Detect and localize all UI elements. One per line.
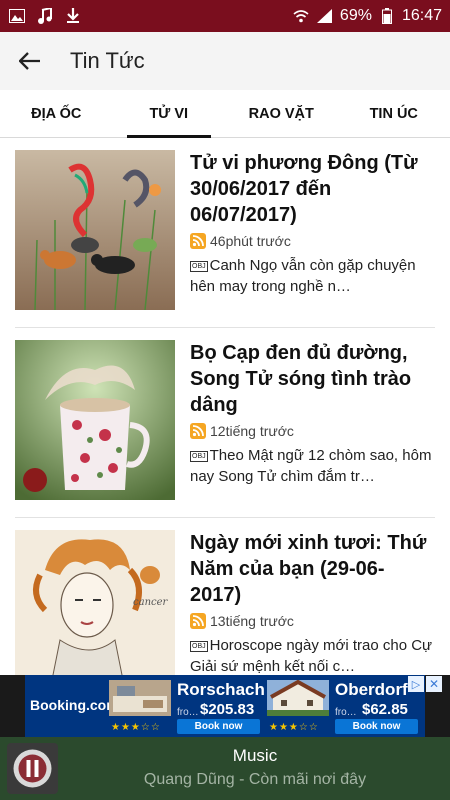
download-icon bbox=[64, 7, 82, 25]
pause-button[interactable] bbox=[7, 743, 58, 794]
price-from-label: fro… bbox=[177, 707, 199, 718]
pause-icon bbox=[7, 743, 58, 794]
wifi-icon bbox=[292, 7, 310, 25]
hotel-price: $62.85 bbox=[362, 701, 408, 718]
signal-icon bbox=[316, 7, 334, 25]
hotel-name: Rorschach bbox=[177, 680, 265, 699]
list-item[interactable]: Bọ Cạp đen đủ đường, Song Tử sóng tình t… bbox=[15, 328, 435, 518]
tab-dia-oc[interactable]: ĐỊA ỐC bbox=[0, 90, 113, 137]
article-thumbnail[interactable]: cancer bbox=[15, 530, 175, 675]
article-summary: OBJ Canh Ngọ vẫn còn gặp chuyện hên may t… bbox=[190, 255, 435, 297]
back-button[interactable] bbox=[0, 32, 60, 90]
battery-percent: 69% bbox=[339, 7, 372, 24]
book-now-button[interactable]: Book now bbox=[177, 719, 260, 734]
article-thumbnail[interactable] bbox=[15, 340, 175, 500]
article-summary: OBJ Horoscope ngày mới trao cho Cự Giải s… bbox=[190, 635, 435, 675]
tab-rao-vat[interactable]: RAO VẶT bbox=[225, 90, 338, 137]
booking-logo: Booking.com bbox=[30, 697, 119, 713]
article-summary-text: Horoscope ngày mới trao cho Cự Giải sứ m… bbox=[190, 637, 433, 675]
track-subtitle: Quang Dũng - Còn mãi nơi đây bbox=[143, 771, 367, 788]
music-player: Music Quang Dũng - Còn mãi nơi đây bbox=[0, 737, 450, 800]
tab-tu-vi[interactable]: TỬ VI bbox=[113, 90, 226, 138]
hotel-name: Oberdorf bbox=[335, 680, 408, 699]
clock: 16:47 bbox=[401, 7, 442, 24]
article-time: 12tiếng trước bbox=[210, 423, 294, 439]
hotel-photo bbox=[267, 680, 329, 716]
booking-ad[interactable]: Booking.com Rorschach fro… $205.83 ★★★☆☆… bbox=[25, 675, 442, 737]
app-toolbar: Tin Tức bbox=[0, 32, 450, 90]
object-placeholder-icon: OBJ bbox=[190, 450, 208, 462]
hotel-photo bbox=[109, 680, 171, 716]
hotel-stars: ★★★☆☆ bbox=[269, 722, 319, 733]
rss-icon bbox=[190, 233, 206, 249]
category-tabs: ĐỊA ỐC TỬ VI RAO VẶT TIN ÚC bbox=[0, 90, 450, 138]
book-now-button[interactable]: Book now bbox=[335, 719, 418, 734]
article-summary: OBJ Theo Mật ngữ 12 chòm sao, hôm nay Son… bbox=[190, 445, 435, 487]
rss-icon bbox=[190, 613, 206, 629]
svg-text:cancer: cancer bbox=[133, 597, 169, 608]
page-title: Tin Tức bbox=[70, 48, 145, 73]
article-title[interactable]: Ngày mới xinh tươi: Thứ Năm của bạn (29-… bbox=[190, 530, 435, 608]
article-list: Tử vi phương Đông (Từ 30/06/2017 đến 06/… bbox=[0, 138, 450, 675]
status-bar: 69% 16:47 bbox=[0, 0, 450, 32]
article-title[interactable]: Bọ Cạp đen đủ đường, Song Tử sóng tình t… bbox=[190, 340, 435, 418]
hotel-price: $205.83 bbox=[200, 701, 255, 718]
article-time: 46phút trước bbox=[210, 233, 291, 249]
rss-icon bbox=[190, 423, 206, 439]
close-ad-button[interactable]: ✕ bbox=[426, 676, 442, 692]
list-item[interactable]: cancer Ngày mới xinh tươi: Thứ Năm của b… bbox=[15, 518, 435, 675]
article-time: 13tiếng trước bbox=[210, 613, 294, 629]
article-title[interactable]: Tử vi phương Đông (Từ 30/06/2017 đến 06/… bbox=[190, 150, 435, 228]
object-placeholder-icon: OBJ bbox=[190, 640, 208, 652]
article-thumbnail[interactable] bbox=[15, 150, 175, 310]
tab-tin-uc[interactable]: TIN ÚC bbox=[338, 90, 450, 137]
ad-banner[interactable]: Booking.com Rorschach fro… $205.83 ★★★☆☆… bbox=[0, 675, 450, 737]
adchoices-icon[interactable]: ▷ bbox=[408, 676, 424, 692]
list-item[interactable]: Tử vi phương Đông (Từ 30/06/2017 đến 06/… bbox=[15, 138, 435, 328]
gallery-icon bbox=[8, 7, 26, 25]
arrow-left-icon bbox=[19, 52, 40, 70]
article-summary-text: Canh Ngọ vẫn còn gặp chuyện hên may tron… bbox=[190, 257, 416, 295]
track-title: Music bbox=[232, 746, 278, 765]
object-placeholder-icon: OBJ bbox=[190, 260, 208, 272]
battery-icon bbox=[378, 7, 396, 25]
music-note-icon bbox=[36, 7, 54, 25]
price-from-label: fro… bbox=[335, 707, 357, 718]
article-summary-text: Theo Mật ngữ 12 chòm sao, hôm nay Song T… bbox=[190, 447, 432, 485]
hotel-stars: ★★★☆☆ bbox=[111, 722, 161, 733]
